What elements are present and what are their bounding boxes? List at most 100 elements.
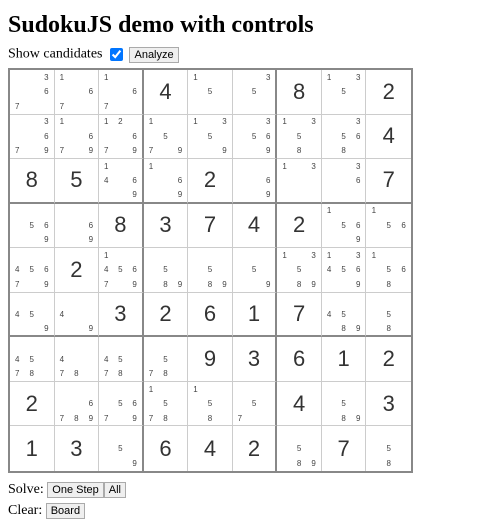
cell-r6-c8[interactable]: 2 <box>366 337 411 382</box>
cell-r3-c7[interactable]: 1569 <box>322 204 367 249</box>
candidate-2 <box>69 337 84 352</box>
cell-r7-c4[interactable]: 158 <box>188 382 233 427</box>
cell-r5-c3[interactable]: 2 <box>144 293 189 338</box>
cell-r1-c4[interactable]: 1359 <box>188 115 233 160</box>
candidate-5: 5 <box>113 441 127 456</box>
cell-r4-c3[interactable]: 589 <box>144 248 189 293</box>
cell-r2-c2[interactable]: 1469 <box>99 159 144 204</box>
cell-r5-c1[interactable]: 49 <box>55 293 100 338</box>
show-candidates-checkbox[interactable] <box>110 48 123 61</box>
cell-r7-c1[interactable]: 6789 <box>55 382 100 427</box>
cell-r8-c4[interactable]: 4 <box>188 426 233 471</box>
cell-r7-c3[interactable]: 1578 <box>144 382 189 427</box>
cell-r4-c1[interactable]: 2 <box>55 248 100 293</box>
cell-r7-c5[interactable]: 57 <box>233 382 278 427</box>
candidates: 1359 <box>188 115 232 159</box>
cell-r8-c3[interactable]: 6 <box>144 426 189 471</box>
candidate-3: 3 <box>306 159 321 173</box>
cell-r3-c1[interactable]: 69 <box>55 204 100 249</box>
cell-r6-c5[interactable]: 3 <box>233 337 278 382</box>
cell-r1-c2[interactable]: 12679 <box>99 115 144 160</box>
cell-r4-c2[interactable]: 145679 <box>99 248 144 293</box>
cell-r5-c6[interactable]: 7 <box>277 293 322 338</box>
cell-r1-c8[interactable]: 4 <box>366 115 411 160</box>
cell-r3-c5[interactable]: 4 <box>233 204 278 249</box>
candidate-9 <box>351 144 366 159</box>
cell-r0-c5[interactable]: 35 <box>233 70 278 115</box>
cell-r6-c7[interactable]: 1 <box>322 337 367 382</box>
cell-r0-c7[interactable]: 135 <box>322 70 367 115</box>
cell-r0-c3[interactable]: 4 <box>144 70 189 115</box>
cell-r4-c8[interactable]: 1568 <box>366 248 411 293</box>
cell-r1-c1[interactable]: 1679 <box>55 115 100 160</box>
cell-r4-c7[interactable]: 134569 <box>322 248 367 293</box>
cell-r2-c5[interactable]: 69 <box>233 159 278 204</box>
cell-r1-c6[interactable]: 1358 <box>277 115 322 160</box>
candidate-8 <box>336 277 351 292</box>
cell-r0-c8[interactable]: 2 <box>366 70 411 115</box>
cell-r6-c6[interactable]: 6 <box>277 337 322 382</box>
candidate-6 <box>173 396 188 411</box>
cell-r3-c4[interactable]: 7 <box>188 204 233 249</box>
candidate-8 <box>247 411 261 426</box>
cell-r5-c4[interactable]: 6 <box>188 293 233 338</box>
solve-all-button[interactable]: All <box>104 482 126 498</box>
cell-r2-c4[interactable]: 2 <box>188 159 233 204</box>
cell-r0-c4[interactable]: 15 <box>188 70 233 115</box>
cell-r5-c0[interactable]: 459 <box>10 293 55 338</box>
candidate-7: 7 <box>99 411 113 426</box>
candidate-2 <box>292 159 307 173</box>
cell-r2-c7[interactable]: 36 <box>322 159 367 204</box>
cell-r6-c3[interactable]: 578 <box>144 337 189 382</box>
cell-r7-c6[interactable]: 4 <box>277 382 322 427</box>
candidates: 589 <box>188 248 232 292</box>
cell-r8-c7[interactable]: 7 <box>322 426 367 471</box>
one-step-button[interactable]: One Step <box>47 482 103 498</box>
cell-r4-c0[interactable]: 45679 <box>10 248 55 293</box>
cell-r8-c0[interactable]: 1 <box>10 426 55 471</box>
cell-r3-c2[interactable]: 8 <box>99 204 144 249</box>
cell-r7-c8[interactable]: 3 <box>366 382 411 427</box>
cell-r1-c5[interactable]: 3569 <box>233 115 278 160</box>
cell-r0-c1[interactable]: 167 <box>55 70 100 115</box>
cell-r3-c6[interactable]: 2 <box>277 204 322 249</box>
cell-r5-c5[interactable]: 1 <box>233 293 278 338</box>
cell-r3-c0[interactable]: 569 <box>10 204 55 249</box>
cell-r1-c0[interactable]: 3679 <box>10 115 55 160</box>
cell-r7-c0[interactable]: 2 <box>10 382 55 427</box>
cell-r6-c2[interactable]: 4578 <box>99 337 144 382</box>
cell-r6-c0[interactable]: 4578 <box>10 337 55 382</box>
cell-r3-c8[interactable]: 156 <box>366 204 411 249</box>
cell-r2-c3[interactable]: 169 <box>144 159 189 204</box>
candidate-8 <box>203 144 218 159</box>
cell-r5-c7[interactable]: 4589 <box>322 293 367 338</box>
cell-r0-c0[interactable]: 367 <box>10 70 55 115</box>
cell-r6-c4[interactable]: 9 <box>188 337 233 382</box>
cell-r2-c1[interactable]: 5 <box>55 159 100 204</box>
cell-r8-c8[interactable]: 58 <box>366 426 411 471</box>
cell-r6-c1[interactable]: 478 <box>55 337 100 382</box>
cell-r4-c6[interactable]: 13589 <box>277 248 322 293</box>
cell-r2-c0[interactable]: 8 <box>10 159 55 204</box>
cell-r8-c6[interactable]: 589 <box>277 426 322 471</box>
candidate-2 <box>381 204 396 219</box>
cell-r5-c8[interactable]: 58 <box>366 293 411 338</box>
clear-board-button[interactable]: Board <box>46 503 85 519</box>
cell-r7-c2[interactable]: 5679 <box>99 382 144 427</box>
cell-r2-c8[interactable]: 7 <box>366 159 411 204</box>
cell-r1-c3[interactable]: 1579 <box>144 115 189 160</box>
cell-r2-c6[interactable]: 13 <box>277 159 322 204</box>
cell-r4-c4[interactable]: 589 <box>188 248 233 293</box>
analyze-button[interactable]: Analyze <box>129 47 178 63</box>
cell-r4-c5[interactable]: 59 <box>233 248 278 293</box>
cell-r3-c3[interactable]: 3 <box>144 204 189 249</box>
cell-r8-c1[interactable]: 3 <box>55 426 100 471</box>
cell-r7-c7[interactable]: 589 <box>322 382 367 427</box>
cell-r8-c2[interactable]: 59 <box>99 426 144 471</box>
cell-r0-c6[interactable]: 8 <box>277 70 322 115</box>
cell-r8-c5[interactable]: 2 <box>233 426 278 471</box>
cell-r0-c2[interactable]: 167 <box>99 70 144 115</box>
cell-r1-c7[interactable]: 3568 <box>322 115 367 160</box>
candidate-4 <box>10 85 25 100</box>
cell-r5-c2[interactable]: 3 <box>99 293 144 338</box>
